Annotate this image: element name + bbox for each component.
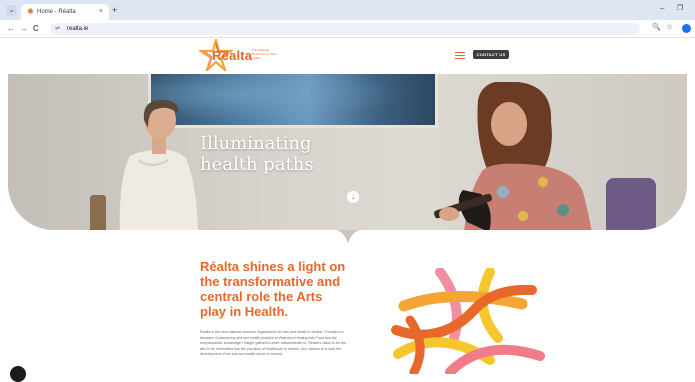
tab-title: Home - Réalta [37, 9, 76, 15]
hero-photo-chair [90, 195, 106, 230]
hero-photo-person-left [119, 100, 198, 230]
profile-avatar[interactable] [682, 24, 691, 33]
url-text[interactable]: realta.ie [67, 24, 88, 34]
realta-star-graphic-icon [391, 268, 545, 374]
window-minimize-button[interactable]: – [660, 4, 664, 13]
logo-tagline: The National Resource for Arts + Health [252, 48, 278, 60]
address-bar[interactable]: ⇌ realta.ie [50, 23, 640, 35]
zoom-icon[interactable]: 🔍 [652, 23, 661, 31]
intro-body-text: Réalta is the new national resource orga… [200, 330, 347, 357]
hero-title: Illuminating health paths [200, 133, 314, 175]
browser-tab-strip: ⌄ ✺ Home - Réalta × + – ❐ [0, 0, 695, 20]
hero-bottom-notch [336, 230, 360, 243]
logo-wordmark[interactable]: Réalta [212, 48, 252, 63]
forward-arrow-icon[interactable]: → [20, 23, 28, 34]
hero-banner: Illuminating health paths ↓ [8, 74, 687, 230]
browser-toolbar: ← → C ⇌ realta.ie 🔍 ☆ [0, 20, 695, 38]
site-info-icon[interactable]: ⇌ [55, 24, 60, 34]
window-restore-button[interactable]: ❐ [677, 4, 683, 12]
site-header: Réalta The National Resource for Arts + … [0, 38, 695, 74]
tab-search-button[interactable]: ⌄ [6, 5, 17, 16]
favicon-icon: ✺ [27, 7, 34, 16]
browser-tab-active[interactable]: ✺ Home - Réalta × [21, 4, 109, 20]
new-tab-button[interactable]: + [112, 5, 117, 15]
bookmark-star-icon[interactable]: ☆ [666, 22, 673, 31]
chat-widget-button[interactable] [10, 366, 26, 382]
intro-heading: Réalta shines a light on the transformat… [200, 259, 346, 319]
scroll-down-icon[interactable]: ↓ [347, 191, 359, 203]
contact-us-button[interactable]: CONTACT US [473, 50, 509, 59]
tab-close-icon[interactable]: × [99, 7, 103, 16]
reload-icon[interactable]: C [33, 23, 39, 34]
menu-hamburger-icon[interactable] [455, 52, 465, 59]
hero-photo-person-right [434, 82, 592, 230]
back-arrow-icon[interactable]: ← [7, 23, 15, 34]
